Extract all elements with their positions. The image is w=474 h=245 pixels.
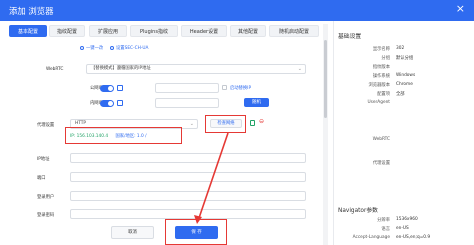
- summary-row: 浏览器版本 Chrome: [368, 82, 413, 88]
- navigator-row: Accept-Language en-US,en;q=0.9: [352, 235, 431, 240]
- summary-row-webrtc: WebRTC: [372, 137, 390, 142]
- summary-row: 显示名称 302: [372, 46, 405, 52]
- navigator-row: 分辨率 1536x960: [377, 217, 418, 223]
- scrollbar-thumb[interactable]: [324, 40, 327, 118]
- summary-row: UserAgent: [367, 100, 390, 105]
- basic-settings-header: 基础设置: [338, 34, 362, 40]
- summary-row: 分组 默认分组: [381, 56, 414, 61]
- summary-row: 指纹版本: [372, 65, 390, 70]
- navigator-row: 语言 en-US: [381, 226, 409, 232]
- navigator-header: Navigator参数: [338, 208, 378, 214]
- summary-row-proxy: 代理设置: [372, 161, 390, 166]
- panel-divider: [333, 21, 334, 245]
- summary-row: 操作系统 Windows: [372, 73, 416, 79]
- annotation-arrow: [194, 132, 229, 224]
- summary-row: 配置项 全部: [377, 92, 405, 97]
